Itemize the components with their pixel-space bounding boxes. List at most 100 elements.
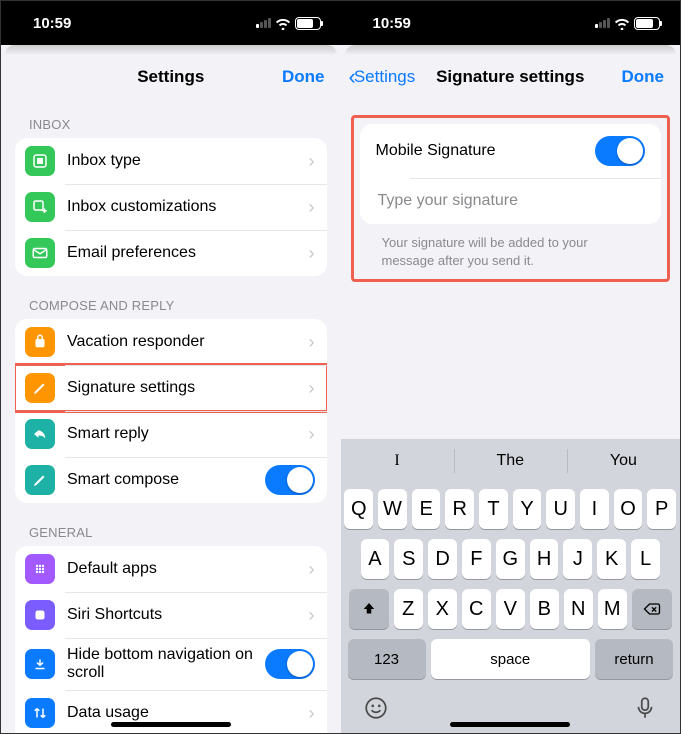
chevron-right-icon: ›: [309, 559, 315, 580]
section-header-inbox: INBOX: [1, 99, 341, 138]
row-siri-shortcuts[interactable]: Siri Shortcuts ›: [15, 592, 327, 638]
data-usage-icon: [25, 698, 55, 728]
email-pref-icon: [25, 238, 55, 268]
row-label: Default apps: [67, 560, 309, 578]
key-k[interactable]: K: [597, 539, 626, 579]
key-row-1: Q W E R T Y U I O P: [345, 489, 677, 529]
home-indicator[interactable]: [450, 722, 570, 727]
row-smart-compose[interactable]: Smart compose: [15, 457, 327, 503]
status-bar: 10:59 76: [341, 1, 681, 45]
signature-group: Mobile Signature Type your signature: [360, 124, 662, 224]
key-n[interactable]: N: [564, 589, 593, 629]
row-inbox-custom[interactable]: Inbox customizations ›: [15, 184, 327, 230]
section-header-compose: COMPOSE AND REPLY: [1, 276, 341, 319]
phone-left-settings: 10:59 76 Settings Done INBOX Inbox type: [1, 1, 341, 733]
inbox-group: Inbox type › Inbox customizations › Emai…: [15, 138, 327, 276]
general-group: Default apps › Siri Shortcuts › Hide bot…: [15, 546, 327, 733]
battery-icon: 76: [295, 17, 321, 30]
key-backspace[interactable]: [632, 589, 672, 629]
row-label: Siri Shortcuts: [67, 606, 309, 624]
key-d[interactable]: D: [428, 539, 457, 579]
chevron-right-icon: ›: [309, 424, 315, 445]
nav-bar: Settings Done: [1, 55, 341, 99]
status-right: 76: [595, 17, 660, 30]
default-apps-icon: [25, 554, 55, 584]
key-123[interactable]: 123: [348, 639, 426, 679]
key-g[interactable]: G: [496, 539, 525, 579]
key-m[interactable]: M: [598, 589, 627, 629]
toggle-mobile-signature[interactable]: [595, 136, 645, 166]
toggle-hide-nav[interactable]: [265, 649, 315, 679]
key-p[interactable]: P: [647, 489, 676, 529]
prediction-cell[interactable]: The: [454, 439, 567, 483]
key-row-3: Z X C V B N M: [345, 589, 677, 629]
chevron-right-icon: ›: [309, 605, 315, 626]
keyboard[interactable]: I The You Q W E R T Y U I O P A S D F: [341, 439, 681, 733]
key-f[interactable]: F: [462, 539, 491, 579]
signature-placeholder: Type your signature: [378, 192, 519, 210]
key-space[interactable]: space: [431, 639, 591, 679]
toggle-smart-compose[interactable]: [265, 465, 315, 495]
chevron-right-icon: ›: [309, 151, 315, 172]
emoji-button[interactable]: [363, 695, 389, 726]
smart-reply-icon: [25, 419, 55, 449]
key-t[interactable]: T: [479, 489, 508, 529]
row-label: Data usage: [67, 704, 309, 722]
key-shift[interactable]: [349, 589, 389, 629]
signature-icon: [25, 373, 55, 403]
key-row-2: A S D F G H J K L: [345, 539, 677, 579]
signature-footnote: Your signature will be added to your mes…: [360, 224, 662, 273]
card-stack-edge: [5, 45, 337, 55]
key-o[interactable]: O: [614, 489, 643, 529]
row-label: Signature settings: [67, 379, 309, 397]
status-time: 10:59: [33, 15, 71, 32]
backspace-icon: [642, 599, 662, 619]
key-a[interactable]: A: [361, 539, 390, 579]
row-inbox-type[interactable]: Inbox type ›: [15, 138, 327, 184]
back-button[interactable]: ‹Settings: [349, 66, 416, 88]
phone-right-signature: 10:59 76 ‹Settings Signature settings Do…: [341, 1, 681, 733]
prediction-cell[interactable]: I: [341, 439, 454, 483]
row-label: Inbox customizations: [67, 198, 309, 216]
battery-icon: 76: [634, 17, 660, 30]
row-signature-settings[interactable]: Signature settings ›: [15, 365, 327, 411]
key-b[interactable]: B: [530, 589, 559, 629]
settings-scroll[interactable]: INBOX Inbox type › Inbox customizations …: [1, 99, 341, 733]
key-e[interactable]: E: [412, 489, 441, 529]
keyboard-keys: Q W E R T Y U I O P A S D F G H J K L: [341, 483, 681, 687]
done-button[interactable]: Done: [282, 67, 325, 87]
key-z[interactable]: Z: [394, 589, 423, 629]
key-r[interactable]: R: [445, 489, 474, 529]
key-return[interactable]: return: [595, 639, 673, 679]
row-hide-bottom-nav[interactable]: Hide bottom navigation on scroll: [15, 638, 327, 690]
row-smart-reply[interactable]: Smart reply ›: [15, 411, 327, 457]
done-button[interactable]: Done: [622, 67, 665, 87]
key-l[interactable]: L: [631, 539, 660, 579]
key-i[interactable]: I: [580, 489, 609, 529]
key-c[interactable]: C: [462, 589, 491, 629]
key-y[interactable]: Y: [513, 489, 542, 529]
key-v[interactable]: V: [496, 589, 525, 629]
dictation-button[interactable]: [632, 695, 658, 726]
key-j[interactable]: J: [563, 539, 592, 579]
key-w[interactable]: W: [378, 489, 407, 529]
prediction-cell[interactable]: You: [567, 439, 680, 483]
chevron-right-icon: ›: [309, 332, 315, 353]
chevron-right-icon: ›: [309, 703, 315, 724]
key-h[interactable]: H: [530, 539, 559, 579]
signature-input[interactable]: Type your signature: [360, 178, 662, 224]
battery-percent: 76: [635, 17, 659, 29]
home-indicator[interactable]: [111, 722, 231, 727]
key-u[interactable]: U: [546, 489, 575, 529]
row-vacation-responder[interactable]: Vacation responder ›: [15, 319, 327, 365]
emoji-icon: [363, 695, 389, 721]
key-x[interactable]: X: [428, 589, 457, 629]
row-label: Email preferences: [67, 244, 309, 262]
inbox-custom-icon: [25, 192, 55, 222]
status-bar: 10:59 76: [1, 1, 341, 45]
key-s[interactable]: S: [394, 539, 423, 579]
row-email-pref[interactable]: Email preferences ›: [15, 230, 327, 276]
row-default-apps[interactable]: Default apps ›: [15, 546, 327, 592]
chevron-right-icon: ›: [309, 378, 315, 399]
key-q[interactable]: Q: [344, 489, 373, 529]
